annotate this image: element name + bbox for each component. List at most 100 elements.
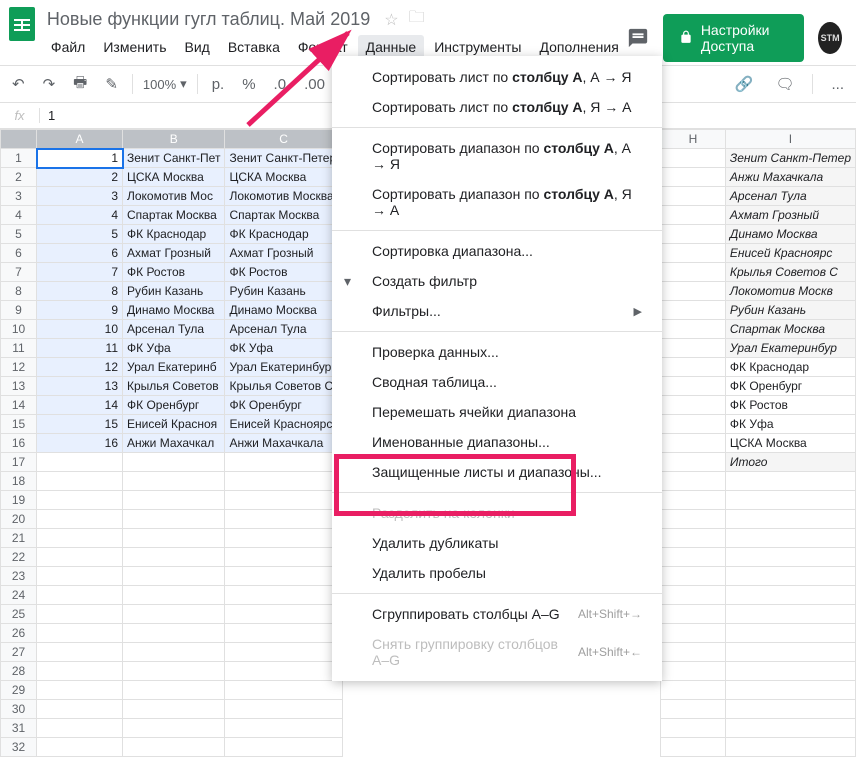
cell[interactable] <box>661 396 726 415</box>
table-row[interactable]: 99Динамо МоскваДинамо Москва <box>1 301 343 320</box>
cell[interactable]: 6 <box>37 244 123 263</box>
increase-decimal-button[interactable]: .00 <box>300 72 329 97</box>
cell[interactable] <box>725 662 855 681</box>
cell[interactable] <box>37 529 123 548</box>
table-row[interactable]: 20 <box>1 510 343 529</box>
menu-item[interactable]: Сортировать диапазон по столбцу А, Я → А <box>332 179 662 225</box>
cell[interactable]: Арсенал Тула <box>225 320 342 339</box>
cell[interactable]: 8 <box>37 282 123 301</box>
row-header[interactable]: 10 <box>1 320 37 339</box>
menu-вставка[interactable]: Вставка <box>220 35 288 59</box>
cell[interactable] <box>225 586 342 605</box>
cell[interactable] <box>37 681 123 700</box>
cell[interactable] <box>123 700 225 719</box>
menu-файл[interactable]: Файл <box>43 35 93 59</box>
column-header-B[interactable]: B <box>123 130 225 149</box>
cell[interactable]: Крылья Советов С <box>725 263 855 282</box>
cell[interactable] <box>661 263 726 282</box>
cell[interactable] <box>225 643 342 662</box>
cell[interactable]: 14 <box>37 396 123 415</box>
cell[interactable] <box>123 567 225 586</box>
menu-item[interactable]: Удалить дубликаты <box>332 528 662 558</box>
cell[interactable] <box>725 624 855 643</box>
cell[interactable] <box>37 605 123 624</box>
menu-item[interactable]: ▾Создать фильтр <box>332 266 662 296</box>
cell[interactable]: Енисей Красноярс <box>725 244 855 263</box>
cell[interactable] <box>661 567 726 586</box>
cell[interactable]: 10 <box>37 320 123 339</box>
cell[interactable] <box>661 548 726 567</box>
cell[interactable] <box>725 719 855 738</box>
cell[interactable] <box>225 472 342 491</box>
table-row[interactable]: Анжи Махачкала <box>661 168 856 187</box>
cell[interactable] <box>37 567 123 586</box>
cell[interactable] <box>225 662 342 681</box>
cell[interactable] <box>661 510 726 529</box>
cell[interactable]: Локомотив Мос <box>123 187 225 206</box>
cell[interactable]: Урал Екатеринб <box>123 358 225 377</box>
menu-item[interactable]: Сводная таблица... <box>332 367 662 397</box>
cell[interactable] <box>661 624 726 643</box>
row-header[interactable]: 26 <box>1 624 37 643</box>
table-row[interactable] <box>661 472 856 491</box>
menu-item[interactable]: Именованные диапазоны... <box>332 427 662 457</box>
table-row[interactable] <box>661 491 856 510</box>
cell[interactable] <box>661 700 726 719</box>
cell[interactable]: 13 <box>37 377 123 396</box>
zoom-select[interactable]: 100% ▾ <box>143 76 187 92</box>
cell[interactable]: Ахмат Грозный <box>225 244 342 263</box>
table-row[interactable]: 27 <box>1 643 343 662</box>
table-row[interactable]: Енисей Красноярс <box>661 244 856 263</box>
cell[interactable]: ФК Ростов <box>225 263 342 282</box>
cell[interactable] <box>725 700 855 719</box>
menu-вид[interactable]: Вид <box>177 35 218 59</box>
cell[interactable] <box>123 510 225 529</box>
row-header[interactable]: 22 <box>1 548 37 567</box>
cell[interactable] <box>661 187 726 206</box>
cell[interactable]: ФК Уфа <box>725 415 855 434</box>
cell[interactable]: 7 <box>37 263 123 282</box>
cell[interactable]: 1 <box>37 149 123 168</box>
cell[interactable]: ФК Оренбург <box>225 396 342 415</box>
cell[interactable]: Рубин Казань <box>725 301 855 320</box>
cell[interactable] <box>661 206 726 225</box>
cell[interactable]: 3 <box>37 187 123 206</box>
cell[interactable] <box>123 681 225 700</box>
table-row[interactable]: ФК Уфа <box>661 415 856 434</box>
row-header[interactable]: 31 <box>1 719 37 738</box>
cell[interactable] <box>123 738 225 757</box>
cell[interactable] <box>725 510 855 529</box>
table-row[interactable]: 31 <box>1 719 343 738</box>
cell[interactable] <box>725 586 855 605</box>
table-row[interactable]: 1010Арсенал ТулаАрсенал Тула <box>1 320 343 339</box>
table-row[interactable]: ЦСКА Москва <box>661 434 856 453</box>
table-row[interactable]: 1212Урал ЕкатеринбУрал Екатеринбург <box>1 358 343 377</box>
table-row[interactable]: 1414ФК ОренбургФК Оренбург <box>1 396 343 415</box>
decrease-decimal-button[interactable]: .0 <box>270 72 291 97</box>
spreadsheet-grid[interactable]: ABC 11Зенит Санкт-ПетЗенит Санкт-Петер22… <box>0 129 343 757</box>
table-row[interactable]: 32 <box>1 738 343 757</box>
table-row[interactable]: Рубин Казань <box>661 301 856 320</box>
table-row[interactable]: 22 <box>1 548 343 567</box>
cell[interactable]: 2 <box>37 168 123 187</box>
star-icon[interactable]: ☆ <box>384 10 398 30</box>
cell[interactable]: Зенит Санкт-Петер <box>225 149 342 168</box>
table-row[interactable]: 55ФК КраснодарФК Краснодар <box>1 225 343 244</box>
cell[interactable] <box>661 301 726 320</box>
row-header[interactable]: 21 <box>1 529 37 548</box>
cell[interactable] <box>661 358 726 377</box>
table-row[interactable] <box>661 643 856 662</box>
folder-icon[interactable]: 🗀 <box>409 6 425 33</box>
table-row[interactable]: Крылья Советов С <box>661 263 856 282</box>
cell[interactable]: Енисей Красноя <box>123 415 225 434</box>
menu-item[interactable]: Сгруппировать столбцы A–GAlt+Shift+→ <box>332 599 662 629</box>
cell[interactable]: 5 <box>37 225 123 244</box>
cell[interactable] <box>225 510 342 529</box>
cell[interactable] <box>37 643 123 662</box>
row-header[interactable]: 30 <box>1 700 37 719</box>
table-row[interactable]: 22ЦСКА МоскваЦСКА Москва <box>1 168 343 187</box>
cell[interactable] <box>725 548 855 567</box>
table-row[interactable]: 28 <box>1 662 343 681</box>
cell[interactable]: ФК Краснодар <box>225 225 342 244</box>
row-header[interactable]: 14 <box>1 396 37 415</box>
